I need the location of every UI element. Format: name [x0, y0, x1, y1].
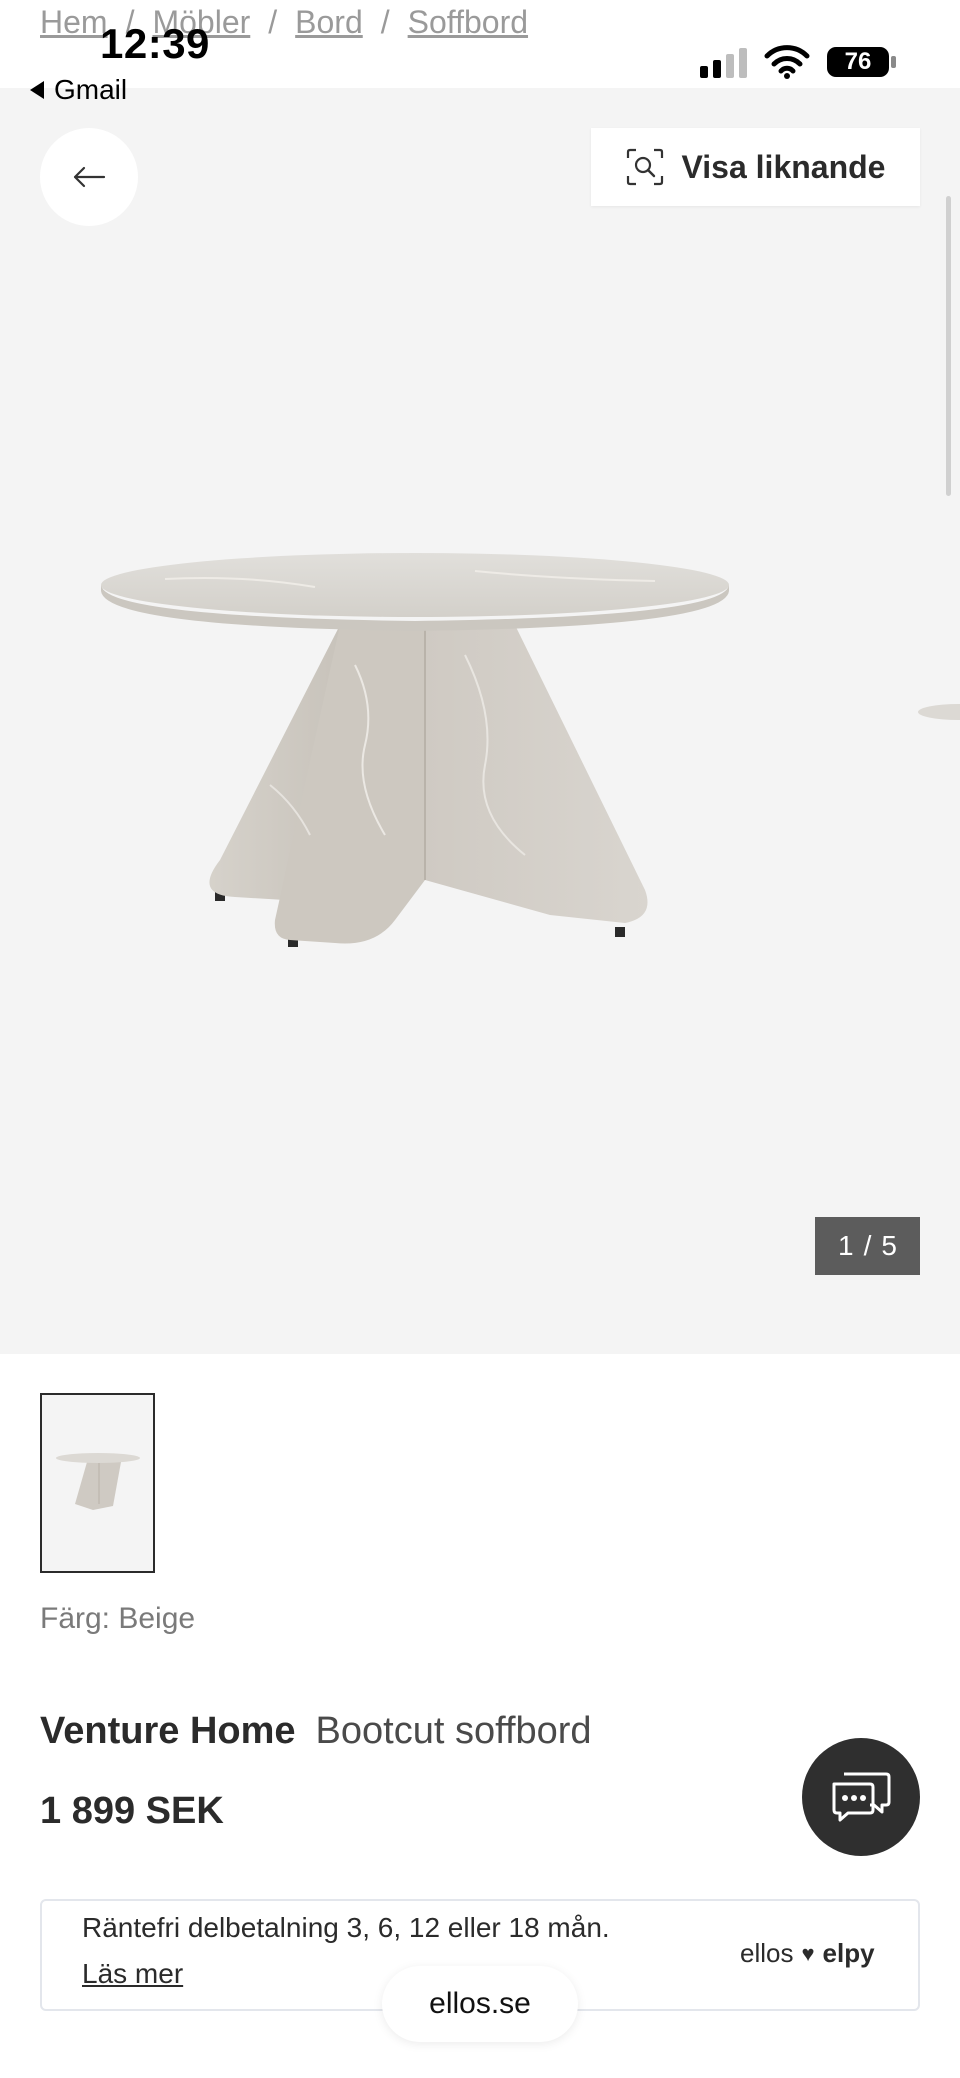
color-label: Färg: Beige	[40, 1602, 196, 1635]
installment-text: Räntefri delbetalning 3, 6, 12 eller 18 …	[82, 1912, 610, 1943]
thumbnail-image	[55, 1453, 140, 1510]
image-counter: 1 / 5	[815, 1217, 920, 1275]
image-counter-separator: /	[863, 1230, 872, 1261]
breadcrumb-item-hem[interactable]: Hem	[40, 4, 108, 41]
product-brand[interactable]: Venture Home	[40, 1710, 296, 1753]
heart-icon: ♥	[801, 1940, 815, 1966]
next-image-peek	[918, 704, 960, 720]
product-name: Bootcut soffbord	[315, 1710, 592, 1752]
back-to-app[interactable]: Gmail	[30, 74, 127, 106]
image-counter-total: 5	[881, 1230, 897, 1261]
read-more-link[interactable]: Läs mer	[82, 1958, 183, 1990]
wifi-icon	[764, 45, 810, 79]
battery-level: 76	[844, 48, 872, 75]
cellular-signal-icon	[700, 46, 747, 78]
chat-icon	[832, 1772, 891, 1822]
back-app-label: Gmail	[54, 74, 128, 105]
arrow-left-icon	[73, 166, 106, 188]
show-similar-label: Visa liknande	[681, 148, 886, 185]
visual-search-icon	[626, 148, 663, 186]
battery-icon: 76	[826, 44, 898, 80]
image-counter-current: 1	[838, 1230, 854, 1261]
thumbnail-1[interactable]	[40, 1393, 155, 1573]
product-price: 1 899 SEK	[40, 1790, 224, 1832]
browser-url-bar[interactable]: ellos.se	[382, 1966, 578, 2042]
logo-ellos: ellos	[740, 1938, 794, 1968]
breadcrumb-separator: /	[380, 4, 390, 40]
breadcrumb-item-bord[interactable]: Bord	[295, 4, 363, 41]
status-time: 12:39	[100, 20, 210, 67]
product-image	[101, 553, 729, 947]
ellos-elpy-logo: ellos ♥ elpy	[740, 1938, 875, 1969]
chat-button[interactable]	[802, 1738, 920, 1856]
breadcrumb-item-soffbord[interactable]: Soffbord	[408, 4, 528, 41]
show-similar-button[interactable]: Visa liknande	[591, 128, 920, 206]
breadcrumb-separator: /	[268, 4, 278, 40]
back-button[interactable]	[40, 128, 138, 226]
logo-elpy: elpy	[822, 1938, 875, 1968]
scrollbar[interactable]	[946, 196, 951, 496]
product-title: Venture Home Bootcut soffbord	[40, 1710, 592, 1753]
back-triangle-icon	[30, 81, 44, 99]
